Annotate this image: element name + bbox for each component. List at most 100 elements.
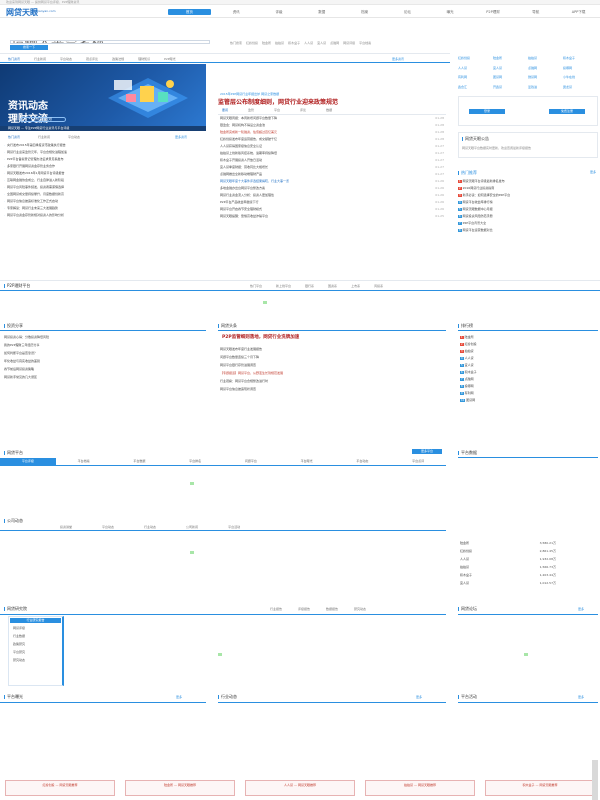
news-title[interactable]: 银监会：网贷机构不得设立资金池 (220, 123, 265, 127)
platform-link[interactable]: 拍拍贷 (528, 56, 563, 64)
news-title[interactable]: 陆金所完成新一轮融资，估值超过百亿美元 (220, 130, 277, 134)
rank-name[interactable]: 陆金所 (465, 335, 474, 339)
rank-name[interactable]: 投哪网 (465, 384, 474, 388)
tab-research[interactable]: 行业报告 (270, 607, 282, 611)
partner-link[interactable]: 人人贷 — 网贷天眼推荐 (245, 780, 355, 796)
rank-row[interactable]: 9 有利网 (460, 390, 596, 397)
news-title[interactable]: 网贷天眼提醒：警惕高收益诈骗平台 (220, 214, 268, 218)
tab-industry[interactable]: 行业新闻 (34, 57, 46, 61)
rank-name[interactable]: 积木盒子 (465, 370, 477, 374)
list-item[interactable]: 网贷投资心得：分散投资降低风险 (4, 334, 204, 341)
tab-opinion[interactable]: 观点评论 (86, 57, 98, 61)
list-item[interactable]: 网贷平台风险事件频发，投资者需谨慎选择 (4, 184, 204, 191)
rank-row[interactable]: 5 宜人贷 (460, 362, 596, 369)
tab-p2p[interactable]: 银行系 (305, 284, 314, 288)
tab-knowledge[interactable]: 理财知识 (138, 57, 150, 61)
platform-more-button[interactable]: 更多平台 (412, 449, 442, 454)
tab-company[interactable]: 平台动态 (102, 525, 114, 529)
rank-name[interactable]: 人人贷 (465, 356, 474, 360)
platform-link[interactable]: 宜人贷 (493, 66, 528, 74)
headline-subtitle[interactable]: 2015年P2P网贷行业年报出炉 网贷之家数据 (220, 92, 279, 96)
nav-item-archive[interactable]: 档案 (343, 8, 386, 16)
nav-item-app[interactable]: APP下载 (557, 8, 600, 16)
list-item[interactable]: 多家银行开展网贷资金存管业务合作 (4, 163, 204, 170)
platform-link[interactable]: 积木盒子 (563, 56, 598, 64)
news-row[interactable]: 银监会：网贷机构不得设立资金池 01-28 (220, 122, 444, 129)
news-title[interactable]: 人人贷获得国家级信息安全认证 (220, 144, 262, 148)
hot-search-word[interactable]: 点融网 (330, 41, 339, 45)
news-row[interactable]: 网贷天眼年度十大事件评选结果揭晓，行业大事一览 01-26 (220, 178, 444, 185)
nav-item-rating[interactable]: 评级 (258, 8, 301, 16)
search-input[interactable] (10, 40, 210, 44)
tab-company[interactable]: 投资讲堂 (60, 525, 72, 529)
partner-link[interactable]: 拍拍贷 — 网贷天眼推荐 (365, 780, 475, 796)
list-item[interactable]: 网贷天眼发布年度行业发展报告 (220, 346, 444, 353)
tab-company[interactable]: 行业动态 (144, 525, 156, 529)
news-row[interactable]: 网贷平台开启春节安全理财模式 01-26 (220, 206, 444, 213)
more-link[interactable]: 更多资讯 (175, 135, 187, 139)
tab-research[interactable]: 研究动态 (354, 607, 366, 611)
hot-search-word[interactable]: 宜人贷 (317, 41, 326, 45)
list-item[interactable]: 7 P2P平台背景大全 (458, 220, 598, 227)
list-item[interactable]: 网贷平台信息披露标准化工作正式启动 (4, 198, 204, 205)
partner-link[interactable]: 陆金所 — 网贷天眼推荐 (125, 780, 235, 796)
rank-row[interactable]: 6 积木盒子 (460, 369, 596, 376)
research-menu-item[interactable]: 行业数据 (9, 632, 62, 640)
list-item[interactable]: 网贷平台银行存管进展调查 (220, 362, 444, 369)
tab-platform[interactable]: 平台数据 (112, 458, 168, 465)
tab-headline[interactable]: 数据 (326, 108, 332, 112)
hot-search-word[interactable]: 平台档案 (359, 41, 371, 45)
list-item[interactable]: 1 网贷天眼平台评级最新排名发布 (458, 178, 598, 185)
cell-name[interactable]: 人人贷 (460, 557, 469, 561)
register-button[interactable]: 免费注册 (549, 109, 585, 114)
list-item-text[interactable]: 网贷天眼数据中心月报 (463, 207, 493, 211)
news-title[interactable]: P2P平台产品收益率继续下行 (220, 200, 259, 204)
rank-row[interactable]: 1 陆金所 (460, 334, 596, 341)
tab-headline[interactable]: 评论 (300, 108, 306, 112)
nav-item-forum[interactable]: 论坛 (386, 8, 429, 16)
cell-name[interactable]: 宜人贷 (460, 581, 469, 585)
forum-more-link[interactable]: 更多 (578, 607, 584, 611)
list-item[interactable]: 【专题报道】网贷平台，从野蛮生长到规范发展 (220, 370, 444, 377)
tab-company[interactable]: 公司新闻 (186, 525, 198, 529)
cell-name[interactable]: 拍拍贷 (460, 565, 469, 569)
tab-research[interactable]: 数据报告 (326, 607, 338, 611)
news-title[interactable]: 拍拍贷上线新版风控系统，逾期率持续降低 (220, 151, 277, 155)
news-row[interactable]: 网贷天眼周报：本周新增问题平台数量下降 01-28 (220, 115, 444, 122)
list-item[interactable]: 央行发布2015年第四季度货币政策执行报告 (4, 142, 204, 149)
rank-row[interactable]: 7 点融网 (460, 376, 596, 383)
hot-search-word[interactable]: 人人贷 (304, 41, 313, 45)
news-title[interactable]: 网贷天眼周报：本周新增问题平台数量下降 (220, 116, 277, 120)
list-item[interactable]: 6 网贷投资风险防范手册 (458, 213, 598, 220)
list-item[interactable]: 网贷行业迎来监管元年，平台合规化进程加速 (4, 149, 204, 156)
news-title[interactable]: 宜人贷季度财报：营收同比大幅增长 (220, 165, 268, 169)
more-link[interactable]: 更多 (176, 695, 182, 699)
platform-link[interactable]: 投哪网 (563, 66, 598, 74)
list-item[interactable]: 我的P2P理财三年经历分享 (4, 342, 204, 349)
more-link[interactable]: 更多 (416, 695, 422, 699)
cell-name[interactable]: 红岭创投 (460, 549, 472, 553)
rank-name[interactable]: 宜人贷 (465, 363, 474, 367)
research-menu-item[interactable]: 行业研究报告 (10, 618, 61, 623)
list-item[interactable]: 4 网贷平台收益率排行榜 (458, 199, 598, 206)
platform-link[interactable]: 团贷网 (493, 75, 528, 83)
news-row[interactable]: 网贷行业资金流入分析：投资人更加理性 01-26 (220, 192, 444, 199)
news-title[interactable]: 积木盒子开展投资人开放日活动 (220, 158, 262, 162)
platform-link[interactable]: 鑫合汇 (458, 85, 493, 93)
tab-exposure[interactable]: P2P曝光 (164, 57, 176, 61)
rank-name[interactable]: 点融网 (465, 377, 474, 381)
tab-headline[interactable]: 要闻 (222, 108, 228, 112)
hot-search-word[interactable]: 拍拍贷 (275, 41, 284, 45)
headline2-title[interactable]: P2P监管细则落地，网贷行业洗牌加速 (222, 334, 299, 340)
list-item[interactable]: 网贷平台资金存管新规对投资人的影响分析 (4, 212, 204, 219)
tab-p2p[interactable]: 国资系 (328, 284, 337, 288)
platform-link[interactable]: 陆金所 (493, 56, 528, 64)
tab-platform[interactable]: 平台点评 (390, 458, 446, 465)
research-menu-item[interactable]: 平台研究 (9, 648, 62, 656)
tab-p2p[interactable]: 上市系 (351, 284, 360, 288)
platform-link[interactable]: 人人贷 (458, 66, 493, 74)
login-button[interactable]: 登录 (469, 109, 505, 114)
tab-p2p[interactable]: 新上线平台 (276, 284, 291, 288)
cell-name[interactable]: 积木盒子 (460, 573, 472, 577)
platform-link[interactable]: 有利网 (458, 75, 493, 83)
